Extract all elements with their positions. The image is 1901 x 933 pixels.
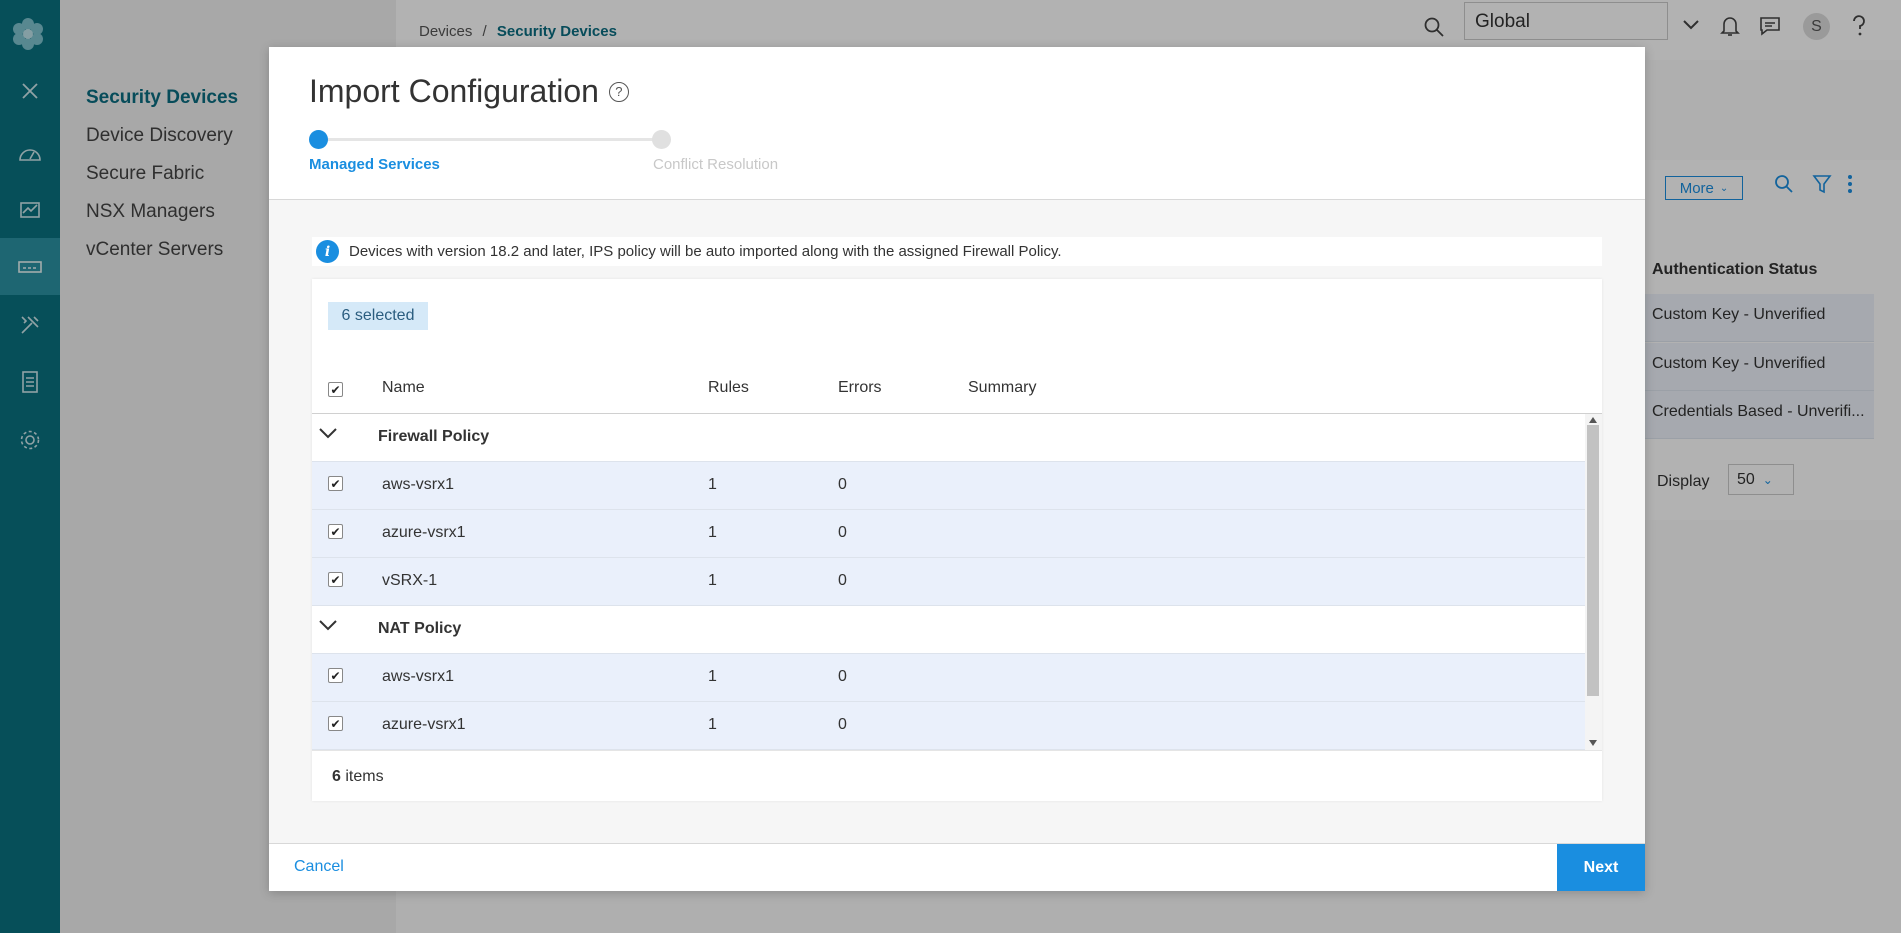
group-name: Firewall Policy [378, 428, 490, 445]
row-checkbox[interactable]: ✔ [328, 524, 343, 539]
group-name: NAT Policy [378, 620, 462, 637]
table-row[interactable]: ✔ aws-vsrx1 1 0 [312, 654, 1585, 702]
policy-grid: 6 selected ✔ Name Rules Errors Summary F… [312, 279, 1602, 801]
cell-name: azure-vsrx1 [382, 716, 466, 733]
items-count-label: items [345, 768, 384, 785]
cell-rules: 1 [708, 476, 717, 493]
group-row-nat-policy[interactable]: NAT Policy [312, 606, 1585, 654]
row-checkbox[interactable]: ✔ [328, 476, 343, 491]
modal-title: Import Configuration [309, 73, 599, 109]
step-managed-services[interactable]: Managed Services [309, 156, 440, 173]
info-icon: i [316, 240, 339, 263]
step-dot-active [309, 130, 328, 149]
cell-errors: 0 [838, 524, 847, 541]
column-header-rules[interactable]: Rules [708, 379, 749, 397]
scroll-up-icon[interactable] [1589, 417, 1597, 423]
table-row[interactable]: ✔ aws-vsrx1 1 0 [312, 462, 1585, 510]
cell-rules: 1 [708, 716, 717, 733]
cell-errors: 0 [838, 476, 847, 493]
select-all-checkbox[interactable]: ✔ [328, 382, 343, 397]
cell-rules: 1 [708, 572, 717, 589]
cell-errors: 0 [838, 668, 847, 685]
cell-name: vSRX-1 [382, 572, 438, 589]
selected-count-badge: 6 selected [328, 302, 428, 330]
column-header-errors[interactable]: Errors [838, 379, 882, 397]
help-circle-icon[interactable]: ? [608, 81, 629, 102]
items-count: 6 items [332, 768, 384, 786]
row-checkbox[interactable]: ✔ [328, 716, 343, 731]
scroll-down-icon[interactable] [1589, 740, 1597, 746]
cell-name: azure-vsrx1 [382, 524, 466, 541]
row-checkbox[interactable]: ✔ [328, 668, 343, 683]
scrollbar-thumb[interactable] [1587, 425, 1599, 696]
stepper-track [319, 138, 662, 141]
cell-name: aws-vsrx1 [382, 668, 455, 685]
column-header-summary[interactable]: Summary [968, 379, 1036, 397]
import-configuration-modal: Import Configuration ? Managed Services … [269, 47, 1645, 891]
cancel-button[interactable]: Cancel [294, 858, 344, 876]
row-checkbox[interactable]: ✔ [328, 572, 343, 587]
grid-footer-divider [312, 750, 1602, 751]
column-header-name[interactable]: Name [382, 379, 425, 397]
modal-title-row: Import Configuration ? [309, 73, 629, 110]
table-row[interactable]: ✔ vSRX-1 1 0 [312, 558, 1585, 606]
group-row-firewall-policy[interactable]: Firewall Policy [312, 414, 1585, 462]
info-banner: i Devices with version 18.2 and later, I… [312, 237, 1602, 266]
next-button[interactable]: Next [1557, 844, 1645, 891]
modal-footer: Cancel Next [269, 843, 1645, 891]
items-count-number: 6 [332, 768, 341, 785]
step-dot-inactive [652, 130, 671, 149]
chevron-down-icon[interactable] [318, 618, 338, 632]
chevron-down-icon[interactable] [318, 426, 338, 440]
table-row[interactable]: ✔ azure-vsrx1 1 0 [312, 702, 1585, 750]
cell-name: aws-vsrx1 [382, 476, 455, 493]
cell-errors: 0 [838, 572, 847, 589]
cell-rules: 1 [708, 524, 717, 541]
cell-rules: 1 [708, 668, 717, 685]
cell-errors: 0 [838, 716, 847, 733]
info-text: Devices with version 18.2 and later, IPS… [349, 243, 1062, 260]
step-conflict-resolution: Conflict Resolution [653, 156, 779, 173]
table-row[interactable]: ✔ azure-vsrx1 1 0 [312, 510, 1585, 558]
